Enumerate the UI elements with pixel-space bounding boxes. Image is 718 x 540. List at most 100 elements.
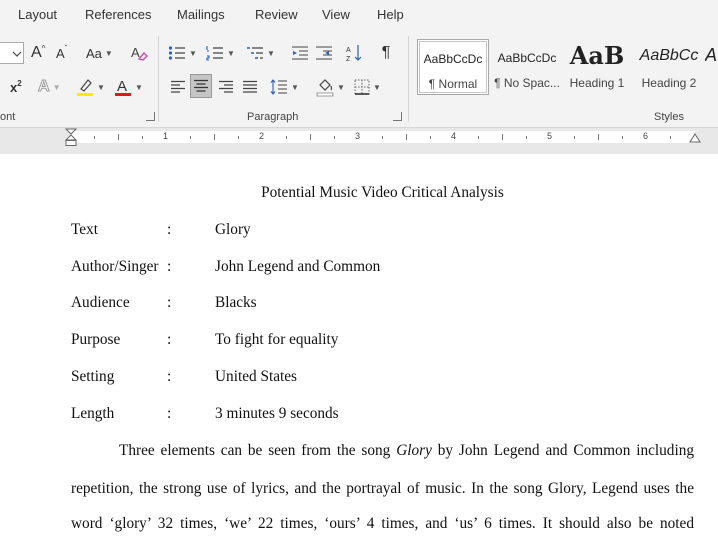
ruler-tick <box>238 136 239 139</box>
line-spacing-button[interactable]: ▼ <box>270 76 299 98</box>
paragraph-line: word ‘glory’ 32 times, ‘we’ 22 times, ‘o… <box>71 515 694 532</box>
font-color-icon: A <box>115 78 131 96</box>
superscript-x-glyph: x <box>10 79 18 95</box>
paragraph-text: Three elements can be seen from the song <box>119 442 397 459</box>
font-dialog-launcher[interactable] <box>146 112 155 121</box>
style-preview: AaBbCcDc <box>423 52 483 66</box>
style-heading-2[interactable]: AaBbCc Heading 2 <box>633 39 705 95</box>
style-title[interactable]: A <box>705 39 718 95</box>
horizontal-ruler[interactable]: 1 2 3 4 5 6 <box>0 128 718 146</box>
ribbon-tab-bar: Layout References Mailings Review View H… <box>0 0 718 32</box>
bullets-button[interactable]: ▼ <box>168 42 197 64</box>
align-center-icon <box>194 79 208 92</box>
sort-button[interactable]: A Z <box>344 42 364 64</box>
row-label: Purpose <box>71 331 121 348</box>
show-hide-marks-button[interactable]: ¶ <box>376 42 396 64</box>
tab-view[interactable]: View <box>322 7 350 22</box>
right-indent-marker-icon[interactable] <box>688 132 702 144</box>
document-title: Potential Music Video Critical Analysis <box>261 184 504 201</box>
tab-mailings[interactable]: Mailings <box>177 7 225 22</box>
style-preview: AaBbCcDc <box>497 51 557 65</box>
text-effects-icon: A <box>38 78 51 96</box>
row-label: Audience <box>71 294 130 311</box>
text-effects-button[interactable]: A ▼ <box>38 76 61 98</box>
svg-text:A: A <box>346 47 351 54</box>
styles-gallery: AaBbCcDc ¶ Normal AaBbCcDc ¶ No Spac... … <box>415 37 718 99</box>
ribbon: A ^ A ˇ Aa ▼ A x 2 A ▼ ▼ A ▼ ont ▼ ▼ ▼ A… <box>0 32 718 128</box>
ruler-number: 5 <box>547 131 553 141</box>
justify-icon <box>243 80 257 93</box>
chevron-down-icon: ▼ <box>189 48 197 58</box>
ruler-number: 1 <box>163 131 169 141</box>
superscript-button[interactable]: x 2 <box>10 76 22 98</box>
tab-help[interactable]: Help <box>377 7 404 22</box>
ruler-number: 4 <box>451 131 457 141</box>
clear-formatting-button[interactable]: A <box>128 42 150 64</box>
ruler-tick <box>334 136 335 139</box>
ruler-tick <box>406 134 407 140</box>
shrink-font-glyph: A <box>56 45 65 61</box>
shrink-font-button[interactable]: A ˇ <box>56 42 67 64</box>
ruler-tick <box>118 134 119 140</box>
align-center-button[interactable] <box>190 74 212 98</box>
style-name: ¶ Normal <box>428 77 478 91</box>
row-label: Setting <box>71 368 115 385</box>
change-case-glyph: Aa <box>86 45 102 61</box>
highlight-color-button[interactable]: ▼ <box>76 76 105 98</box>
font-color-button[interactable]: A ▼ <box>114 76 143 98</box>
group-divider <box>408 36 409 122</box>
svg-text:Z: Z <box>346 56 351 62</box>
increase-indent-icon <box>316 46 332 60</box>
change-case-button[interactable]: Aa ▼ <box>86 42 113 64</box>
indent-markers-icon[interactable] <box>64 128 78 146</box>
ruler-tick <box>502 134 503 140</box>
justify-button[interactable] <box>240 76 260 98</box>
ruler-tick <box>142 136 143 139</box>
ruler-number: 3 <box>355 131 361 141</box>
increase-indent-button[interactable] <box>314 42 334 64</box>
ruler-number: 6 <box>643 131 649 141</box>
paint-bucket-icon <box>316 79 334 97</box>
borders-button[interactable]: ▼ <box>354 76 381 98</box>
svg-text:A: A <box>131 45 140 60</box>
tab-references[interactable]: References <box>85 7 151 22</box>
paragraph-line: repetition, the strong use of lyrics, an… <box>71 480 694 497</box>
style-preview: AaB <box>569 41 625 70</box>
clear-formatting-icon: A <box>131 45 148 61</box>
row-colon: : <box>167 331 172 348</box>
style-no-spacing[interactable]: AaBbCcDc ¶ No Spac... <box>491 39 563 95</box>
ruler-tick <box>598 134 599 140</box>
chevron-down-icon: ▼ <box>267 48 275 58</box>
style-normal[interactable]: AaBbCcDc ¶ Normal <box>417 39 489 95</box>
paragraph-line: Three elements can be seen from the song… <box>119 442 694 460</box>
chevron-down-icon: ▼ <box>52 82 61 92</box>
row-label: Length <box>71 405 115 422</box>
shading-button[interactable]: ▼ <box>316 76 345 98</box>
sort-az-icon: A Z <box>346 45 362 62</box>
paragraph-dialog-launcher[interactable] <box>393 112 402 121</box>
paragraph-group-label: Paragraph <box>247 111 299 123</box>
align-left-button[interactable] <box>168 76 188 98</box>
decrease-indent-button[interactable] <box>290 42 310 64</box>
shrink-arrow-icon: ˇ <box>64 43 68 53</box>
align-right-button[interactable] <box>216 76 236 98</box>
ruler-number: 2 <box>259 131 265 141</box>
row-colon: : <box>167 294 172 311</box>
decrease-indent-icon <box>292 46 308 60</box>
font-size-dropdown[interactable] <box>0 42 24 64</box>
tab-review[interactable]: Review <box>255 7 298 22</box>
document-page[interactable]: Potential Music Video Critical Analysis … <box>0 154 718 540</box>
grow-font-button[interactable]: A ^ <box>31 42 45 64</box>
paragraph-text: by John Legend and Common including <box>431 442 695 459</box>
row-label: Author/Singer <box>71 258 159 275</box>
style-name: Heading 2 <box>641 76 697 90</box>
numbering-button[interactable]: ▼ <box>206 42 235 64</box>
style-heading-1[interactable]: AaB Heading 1 <box>561 39 633 95</box>
chevron-down-icon: ▼ <box>373 82 381 92</box>
multilevel-list-button[interactable]: ▼ <box>246 42 275 64</box>
ruler-tick <box>94 136 95 139</box>
ruler-tick <box>574 136 575 139</box>
ruler-tick <box>622 136 623 139</box>
tab-layout[interactable]: Layout <box>18 7 57 22</box>
row-colon: : <box>167 221 172 238</box>
